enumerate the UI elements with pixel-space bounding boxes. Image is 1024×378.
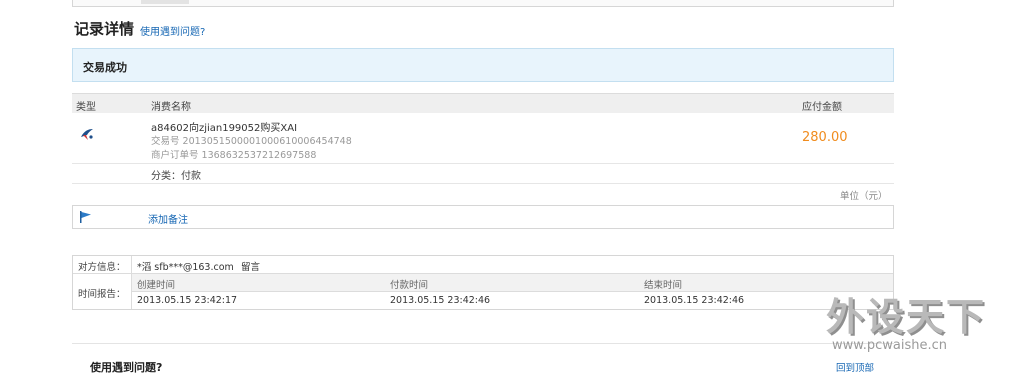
amount-value: 280.00: [802, 130, 848, 145]
panel-tab-stub: [141, 0, 189, 4]
back-to-top-link[interactable]: 回到顶部: [836, 360, 874, 374]
category-row: 分类：付款: [72, 164, 894, 184]
watermark-url: www.pcwaishe.cn: [832, 338, 947, 353]
time-header: 创建时间 付款时间 结束时间: [132, 274, 893, 292]
status-text: 交易成功: [83, 61, 127, 74]
item-title: a84602向zjian199052购买XAI: [151, 123, 298, 134]
remark-bar: 添加备注: [72, 205, 894, 229]
table-row: a84602向zjian199052购买XAI 交易号 201305150000…: [72, 114, 894, 164]
watermark-logo: 外设天下 www.pcwaishe.cn: [826, 286, 1016, 356]
created-time-value: 2013.05.15 23:42:17: [137, 295, 238, 306]
unit-label: 单位（元）: [840, 191, 888, 202]
add-remark-link[interactable]: 添加备注: [148, 211, 188, 226]
paid-time-header: 付款时间: [390, 280, 429, 291]
table-header: 类型 消费名称 应付金额: [72, 93, 894, 113]
created-time-header: 创建时间: [137, 280, 176, 291]
page-title: 记录详情: [74, 20, 135, 38]
faq-title: 使用遇到问题?: [90, 361, 163, 374]
flag-icon: [80, 211, 91, 223]
column-header-name: 消费名称: [151, 102, 191, 113]
counterparty-label: 对方信息：: [78, 262, 126, 273]
column-header-amount: 应付金额: [802, 102, 842, 113]
counterparty-info-panel: 对方信息： *滔 sfb***@163.com 留言 时间报告： 创建时间 付款…: [72, 255, 894, 310]
leave-message-link[interactable]: 留言: [241, 259, 260, 273]
end-time-header: 结束时间: [644, 280, 683, 291]
previous-panel-edge: [72, 0, 894, 7]
trade-number: 交易号 2013051500001000610006454748: [151, 136, 352, 147]
status-banner: 交易成功: [72, 48, 894, 82]
help-link[interactable]: 使用遇到问题?: [140, 23, 205, 38]
divider: [72, 343, 894, 344]
watermark-brand: 外设天下: [826, 295, 987, 339]
paid-time-value: 2013.05.15 23:42:46: [390, 295, 491, 306]
column-header-type: 类型: [76, 102, 96, 113]
counterparty-value: *滔 sfb***@163.com: [137, 262, 234, 273]
merchant-order-number: 商户订单号 1368632537212697588: [151, 150, 317, 161]
end-time-value: 2013.05.15 23:42:46: [644, 295, 745, 306]
transfer-bird-icon: [81, 129, 93, 140]
category-text: 分类：付款: [151, 171, 201, 182]
time-report-label: 时间报告：: [78, 289, 126, 300]
